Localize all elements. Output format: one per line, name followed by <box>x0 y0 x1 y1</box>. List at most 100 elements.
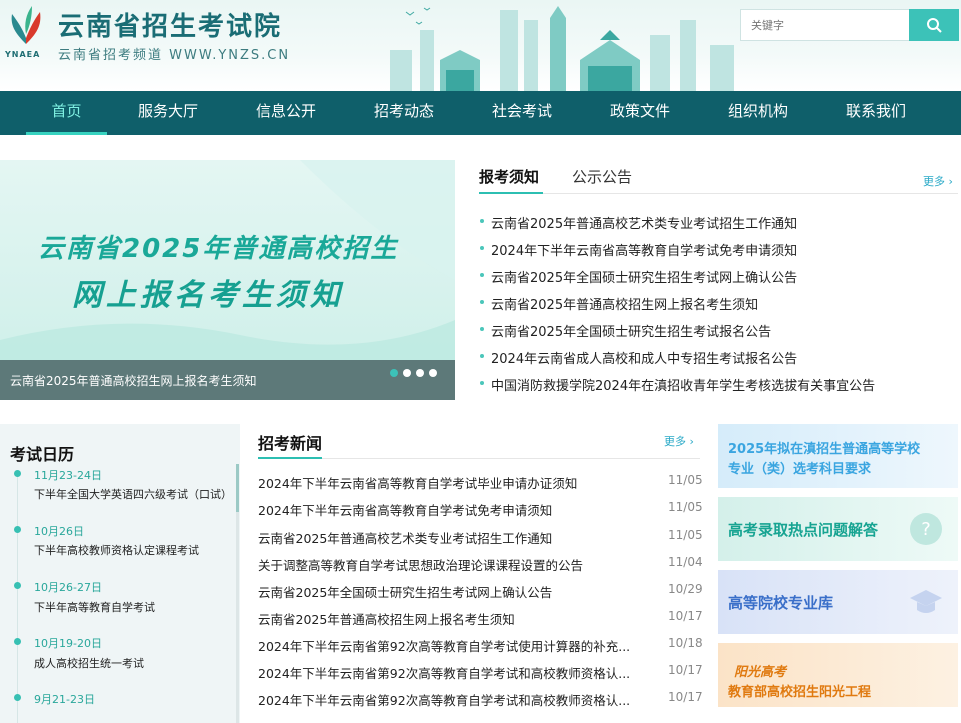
svg-text:?: ? <box>921 519 931 540</box>
news-item[interactable]: 2024年下半年云南省高等教育自学考试毕业申请办证须知 <box>258 473 636 492</box>
more-label: 更多 <box>923 175 945 188</box>
timeline-line <box>17 470 18 723</box>
calendar-date: 10月26-27日 <box>34 581 102 594</box>
logo-abbreviation: YNAEA <box>5 50 41 59</box>
card-title: 阳光高考 <box>734 665 787 680</box>
nav-item-info-disclosure[interactable]: 信息公开 <box>245 91 327 135</box>
notice-item-title: 2024年云南省成人高校和成人中专招生考试报名公告 <box>491 352 798 367</box>
calendar-date: 10月19-20日 <box>34 637 102 650</box>
news-date: 11/04 <box>668 555 703 569</box>
calendar-event[interactable]: 下半年全国大学英语四六级考试（口试） <box>34 486 232 502</box>
nav-item-policy-docs[interactable]: 政策文件 <box>599 91 681 135</box>
logo-icon <box>11 6 41 44</box>
news-item[interactable]: 2024年下半年云南省高等教育自学考试免考申请须知 <box>258 500 636 519</box>
timeline-dot <box>14 638 21 645</box>
news-more-link[interactable]: 更多 › <box>664 433 694 449</box>
nav-item-exam-news[interactable]: 招考动态 <box>363 91 445 135</box>
notice-item-title: 中国消防救援学院2024年在滇招收青年学生考核选拔有关事宜公告 <box>491 379 876 394</box>
calendar-event[interactable]: 成人高校招生统一考试 <box>34 655 144 671</box>
news-item[interactable]: 2024年下半年云南省第92次高等教育自学考试和高校教师资格认... <box>258 663 636 682</box>
news-date: 11/05 <box>668 528 703 542</box>
news-date: 11/05 <box>668 473 703 487</box>
news-divider <box>258 458 700 459</box>
calendar-event[interactable]: 下半年高等教育自学考试 <box>34 599 155 615</box>
calendar-scroll-thumb[interactable] <box>236 464 239 512</box>
site-subtitle: 云南省招考频道 WWW.YNZS.CN <box>58 48 291 63</box>
carousel-dot-2[interactable] <box>403 369 411 377</box>
banner-caption-bar: 云南省2025年普通高校招生网上报名考生须知 <box>0 360 455 400</box>
notice-item[interactable]: 云南省2025年全国硕士研究生招生考试网上确认公告 <box>480 267 797 286</box>
news-date: 10/17 <box>668 609 703 623</box>
card-subject-requirements[interactable]: 2025年拟在滇招生普通高等学校 专业（类）选考科目要求 <box>718 424 958 488</box>
nav-item-social-exams[interactable]: 社会考试 <box>481 91 563 135</box>
notice-item-title: 云南省2025年普通高校艺术类专业考试招生工作通知 <box>491 217 798 232</box>
card-subtitle: 专业（类）选考科目要求 <box>728 462 872 477</box>
carousel-dot-1[interactable] <box>390 369 398 377</box>
card-admission-faq[interactable]: 高考录取热点问题解答 ? <box>718 497 958 561</box>
news-section-title: 招考新闻 <box>258 434 323 453</box>
calendar-date: 10月26日 <box>34 525 84 538</box>
notice-item[interactable]: 2024年云南省成人高校和成人中专招生考试报名公告 <box>480 348 797 367</box>
nav-item-contact[interactable]: 联系我们 <box>835 91 917 135</box>
card-subtitle: 教育部高校招生阳光工程 <box>728 685 872 700</box>
site-title[interactable]: 云南省招生考试院 <box>58 6 282 43</box>
timeline-dot <box>14 526 21 533</box>
chevron-right-icon: › <box>689 435 694 448</box>
graduation-cap-icon <box>910 590 942 613</box>
skyline-illustration <box>390 6 734 91</box>
timeline-dot <box>14 582 21 589</box>
site-header: YNAEA 云南省招生考试院 云南省招考频道 WWW.YNZS.CN <box>0 0 961 91</box>
card-major-database[interactable]: 高等院校专业库 <box>718 570 958 634</box>
news-item[interactable]: 云南省2025年普通高校艺术类专业考试招生工作通知 <box>258 528 636 547</box>
card-title: 高等院校专业库 <box>728 594 834 612</box>
notice-more-link[interactable]: 更多 › <box>923 173 953 189</box>
news-title-indicator <box>258 457 322 459</box>
tab-public-announcements[interactable]: 公示公告 <box>572 166 632 187</box>
news-item[interactable]: 云南省2025年普通高校招生网上报名考生须知 <box>258 609 636 628</box>
notice-item-title: 云南省2025年全国硕士研究生招生考试报名公告 <box>491 325 772 340</box>
news-date: 11/05 <box>668 500 703 514</box>
notice-item[interactable]: 中国消防救援学院2024年在滇招收青年学生考核选拔有关事宜公告 <box>480 375 875 394</box>
more-label: 更多 <box>664 435 686 448</box>
news-item[interactable]: 关于调整高等教育自学考试思想政治理论课课程设置的公告 <box>258 555 636 574</box>
carousel-dot-4[interactable] <box>429 369 437 377</box>
tab-registration-notice[interactable]: 报考须知 <box>479 166 539 187</box>
carousel-dot-3[interactable] <box>416 369 424 377</box>
notice-item-title: 2024年下半年云南省高等教育自学考试免考申请须知 <box>491 244 798 259</box>
notice-item[interactable]: 云南省2025年普通高校艺术类专业考试招生工作通知 <box>480 213 797 232</box>
search-input[interactable] <box>741 10 909 40</box>
search-box <box>740 9 959 41</box>
card-sunshine-gaokao[interactable]: 阳光高考 教育部高校招生阳光工程 <box>718 643 958 707</box>
timeline-dot <box>14 470 21 477</box>
news-date: 10/18 <box>668 636 703 650</box>
timeline-dot <box>14 694 21 701</box>
notice-item[interactable]: 2024年下半年云南省高等教育自学考试免考申请须知 <box>480 240 797 259</box>
search-button[interactable] <box>909 9 959 41</box>
calendar-event[interactable]: 下半年高校教师资格认定课程考试 <box>34 542 199 558</box>
nav-item-organization[interactable]: 组织机构 <box>717 91 799 135</box>
news-date: 10/17 <box>668 663 703 677</box>
card-title: 2025年拟在滇招生普通高等学校 <box>728 442 921 457</box>
question-bubble-icon: ? <box>910 513 942 545</box>
exam-calendar: 考试日历 11月23-24日 下半年全国大学英语四六级考试（口试） 10月26日… <box>0 424 240 723</box>
banner-carousel[interactable]: 云南省2025年普通高校招生 网上报名考生须知 云南省2025年普通高校招生网上… <box>0 160 455 400</box>
banner-caption[interactable]: 云南省2025年普通高校招生网上报名考生须知 <box>10 372 257 389</box>
tab-active-indicator <box>479 192 543 194</box>
chevron-right-icon: › <box>948 175 953 188</box>
banner-headline-2: 网上报名考生须知 <box>72 278 344 313</box>
banner-headline-1: 云南省2025年普通高校招生 <box>38 234 399 264</box>
notice-item-title: 云南省2025年全国硕士研究生招生考试网上确认公告 <box>491 271 798 286</box>
search-icon <box>927 18 942 33</box>
news-date: 10/17 <box>668 690 703 704</box>
nav-item-home[interactable]: 首页 <box>26 91 107 135</box>
notice-item[interactable]: 云南省2025年普通高校招生网上报名考生须知 <box>480 294 758 313</box>
calendar-title: 考试日历 <box>10 445 75 464</box>
calendar-date: 11月23-24日 <box>34 469 102 482</box>
nav-item-service-hall[interactable]: 服务大厅 <box>127 91 209 135</box>
news-item[interactable]: 2024年下半年云南省第92次高等教育自学考试和高校教师资格认... <box>258 690 636 709</box>
notice-item[interactable]: 云南省2025年全国硕士研究生招生考试报名公告 <box>480 321 771 340</box>
news-item[interactable]: 2024年下半年云南省第92次高等教育自学考试使用计算器的补充... <box>258 636 636 655</box>
main-nav: 首页 服务大厅 信息公开 招考动态 社会考试 政策文件 组织机构 联系我们 <box>0 91 961 135</box>
news-item[interactable]: 云南省2025年全国硕士研究生招生考试网上确认公告 <box>258 582 636 601</box>
notice-item-title: 云南省2025年普通高校招生网上报名考生须知 <box>491 298 759 313</box>
